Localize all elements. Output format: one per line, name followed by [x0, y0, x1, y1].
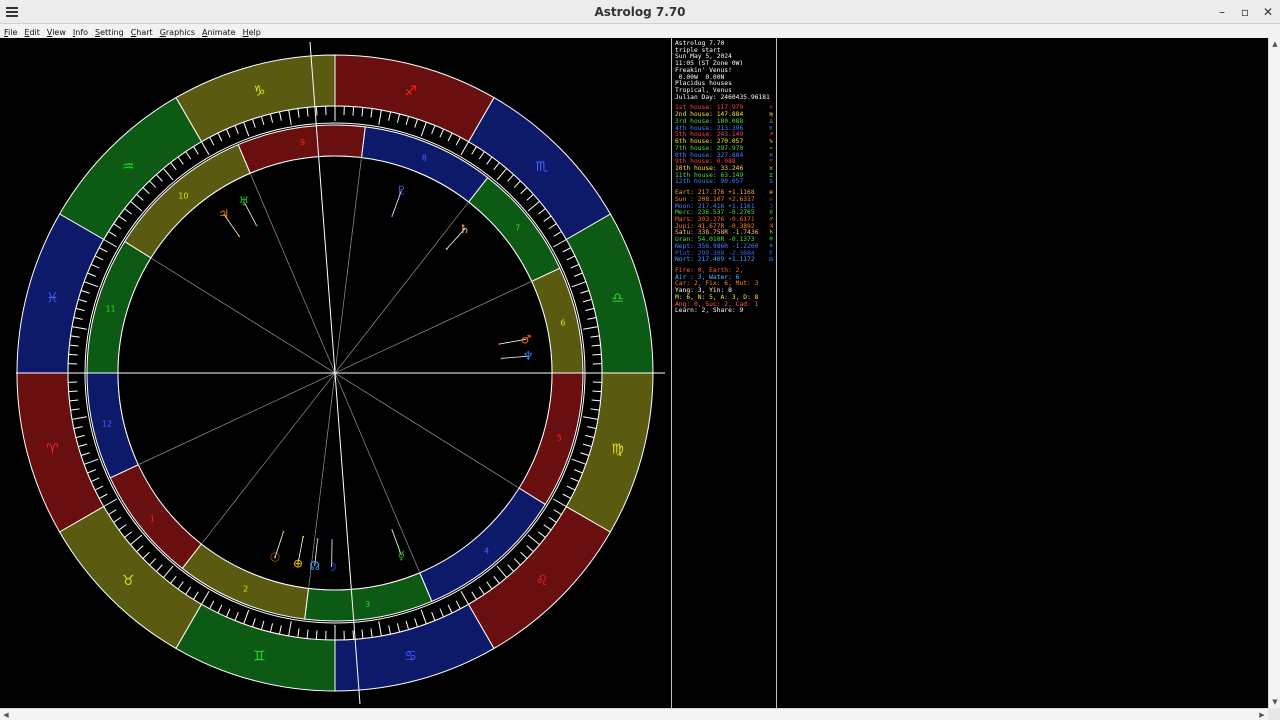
degree-tick: [592, 353, 602, 356]
house-number: 8: [422, 153, 427, 162]
menu-animate[interactable]: Animate: [198, 25, 239, 39]
scroll-up-icon[interactable]: ▲: [1271, 40, 1279, 48]
chart-wheel[interactable]: ♈♉♊ ♋♌♍♎♏♐♑♒♓123456789101112☉ ⊕ ☊ ☽☿♂♆♄♅♃♇: [0, 38, 670, 708]
scroll-right-icon[interactable]: ▶: [1258, 711, 1266, 719]
planet-dot: [331, 538, 334, 541]
sign-glyph-icon: ♉: [122, 573, 135, 589]
scrollbar-corner: [1268, 708, 1280, 720]
degree-tick: [315, 106, 318, 116]
element-summary-row: Learn: 2, Share: 9: [675, 307, 744, 315]
planet-glyph-icon: ☉: [270, 551, 281, 565]
planet-glyph-icon: ♂: [521, 332, 532, 346]
menu-bar: File Edit View Info Setting Chart Graphics Anim…: [0, 24, 1280, 38]
house-number: 12: [102, 420, 112, 429]
planet-dot: [316, 538, 319, 541]
sign-glyph-icon: ♐: [404, 83, 417, 99]
sign-glyph-icon: ♏: [536, 159, 549, 175]
menu-info[interactable]: Info: [69, 25, 91, 39]
planet-glyph-icon: ♃: [218, 207, 229, 221]
sign-glyph-icon: ♎: [611, 290, 624, 306]
planet-dot: [302, 535, 305, 538]
scroll-left-icon[interactable]: ◀: [2, 711, 10, 719]
menu-setting[interactable]: Setting: [91, 25, 127, 39]
house-number: 6: [560, 318, 565, 327]
planet-glyph-icon: ♇: [396, 184, 407, 198]
planet-glyph-icon: ☽: [326, 560, 337, 574]
house-number: 4: [484, 547, 489, 556]
title-bar: Astrolog 7.70 – ▫ ✕: [0, 0, 1280, 24]
vertical-scrollbar[interactable]: ▲ ▼: [1268, 38, 1280, 708]
horizontal-scrollbar[interactable]: ◀ ▶: [0, 708, 1268, 720]
minimize-button[interactable]: –: [1211, 3, 1233, 21]
info-header-line: Julian Day: 2460435.96181: [675, 93, 770, 101]
degree-tick: [352, 106, 355, 116]
degree-tick: [68, 353, 78, 356]
degree-tick: [315, 630, 318, 640]
chart-info-panel: Astrolog 7.70 triple start Sun May 5, 2024…: [671, 38, 777, 708]
house-number: 7: [515, 224, 520, 233]
planet-dot: [255, 224, 258, 227]
menu-graphics[interactable]: Graphics: [156, 25, 198, 39]
window-title: Astrolog 7.70: [594, 5, 686, 19]
house-number: 2: [243, 585, 248, 594]
planet-dot: [391, 528, 394, 531]
sign-glyph-icon: ♓: [46, 290, 59, 306]
planet-glyph-icon: ☊: [309, 559, 320, 573]
house-number: 11: [105, 305, 115, 314]
planet-dot: [238, 235, 241, 238]
planet-glyph-icon: ☿: [398, 548, 405, 562]
menu-help[interactable]: Help: [239, 25, 264, 39]
close-button[interactable]: ✕: [1257, 3, 1279, 21]
degree-tick: [352, 630, 355, 640]
sidebar-glyph-icon: ☊: [769, 256, 773, 264]
planet-dot: [282, 530, 285, 533]
sign-glyph-icon: ♍: [611, 442, 624, 458]
planet-position-row: Nort: 217.409 +1.1172 ☊: [675, 256, 773, 264]
sign-glyph-icon: ♌: [536, 573, 549, 589]
menu-edit[interactable]: Edit: [20, 25, 43, 39]
degree-tick: [592, 390, 602, 393]
planet-glyph-icon: ♆: [523, 349, 534, 363]
menu-chart[interactable]: Chart: [127, 25, 156, 39]
chart-canvas[interactable]: ♈ ♉ ♊ ♋ ♌ ♍ ♎ ♏ ♐ ♑ ♒ ♓ 1 2 3 4 5 6 7 8 9 10 11 12 ☉ ⊕ ☊ ☽ ☿ ♂ ♆ ♄ ♅ ♃ ♇ A…: [0, 38, 1268, 708]
house-number: 3: [365, 600, 370, 609]
menu-view[interactable]: View: [43, 25, 69, 39]
sign-glyph-icon: ♊: [253, 649, 266, 665]
sign-glyph-icon: ♈: [46, 442, 59, 458]
house-number: 1: [150, 514, 155, 523]
planet-glyph-icon: ♅: [239, 195, 250, 209]
sign-glyph-icon: ♒: [122, 159, 135, 175]
house-number: 9: [300, 138, 305, 147]
planet-dot: [500, 357, 503, 360]
scroll-down-icon[interactable]: ▼: [1271, 698, 1279, 706]
menu-file[interactable]: File: [0, 25, 20, 39]
house-number: 5: [557, 433, 562, 442]
planet-dot: [498, 343, 501, 346]
degree-tick: [68, 390, 78, 393]
maximize-button[interactable]: ▫: [1234, 3, 1256, 21]
planet-dot: [391, 215, 394, 218]
sidebar-glyph-icon: ♋: [769, 178, 773, 186]
planet-glyph-icon: ♄: [459, 222, 470, 236]
sign-glyph-icon: ♋: [404, 649, 417, 665]
house-number: 10: [178, 191, 188, 200]
planet-dot: [445, 247, 448, 250]
planet-glyph-icon: ⊕: [293, 556, 303, 570]
house-cusp-row: 12th house: 90.057 ♋: [675, 178, 773, 186]
sign-glyph-icon: ♑: [253, 83, 266, 99]
